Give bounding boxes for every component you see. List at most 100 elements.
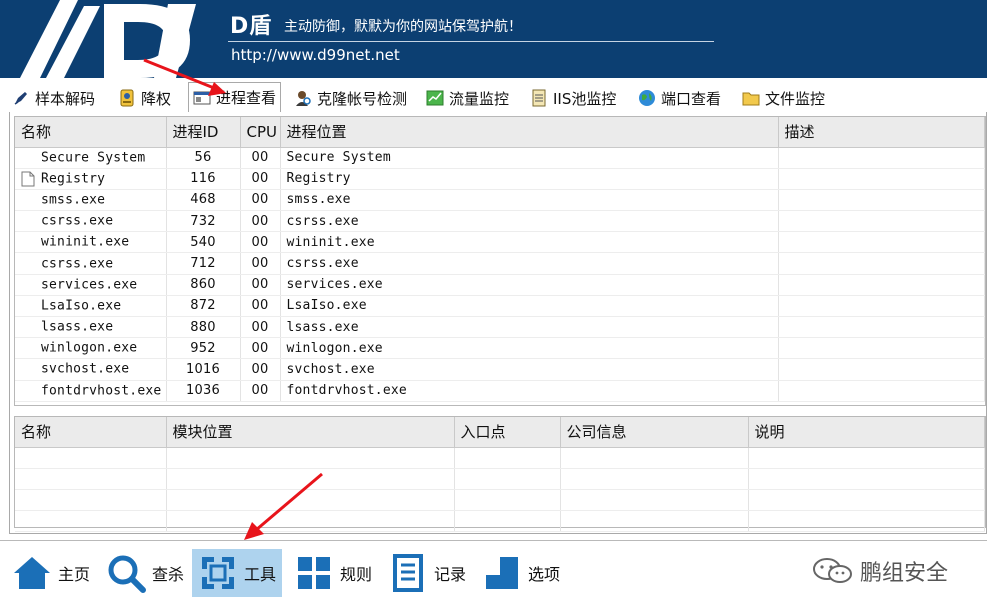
watermark-text: 鹏组安全 <box>860 561 949 586</box>
process-name-cell: Secure System <box>15 147 167 169</box>
table-row[interactable]: Registry 116 00 Registry <box>15 168 985 190</box>
nav-home-button[interactable]: 主页 <box>6 549 96 597</box>
column-header-company[interactable]: 公司信息 <box>560 417 749 448</box>
table-row[interactable] <box>15 489 985 511</box>
tab-deprivilege[interactable]: 降权 <box>118 84 171 112</box>
process-name-text: csrss.exe <box>41 213 114 229</box>
module-cell <box>15 468 167 490</box>
cpu-cell: 00 <box>240 252 281 275</box>
process-path-cell: csrss.exe <box>280 252 779 275</box>
tab-label: IIS池监控 <box>553 89 617 108</box>
table-row[interactable]: svchost.exe 1016 00 svchost.exe <box>15 358 985 381</box>
tab-file-monitor[interactable]: 文件监控 <box>742 84 825 112</box>
table-row[interactable]: csrss.exe 712 00 csrss.exe <box>15 252 985 275</box>
description-cell <box>778 231 985 254</box>
column-header-path[interactable]: 进程位置 <box>280 117 779 148</box>
column-header-module-name[interactable]: 名称 <box>15 417 167 448</box>
process-name-text: services.exe <box>41 277 138 293</box>
nav-label: 工具 <box>244 565 277 584</box>
pen-icon <box>14 92 27 105</box>
table-row[interactable]: winlogon.exe 952 00 winlogon.exe <box>15 337 985 360</box>
module-cell <box>560 510 749 532</box>
cpu-cell: 00 <box>240 147 281 169</box>
process-table: 名称 进程ID CPU 进程位置 描述 Secure System 56 00 Sec… <box>15 117 985 402</box>
nav-rules-button[interactable]: 规则 <box>288 549 378 597</box>
d-logo-icon <box>20 0 196 78</box>
tab-sample-decode[interactable]: 样本解码 <box>12 84 95 112</box>
process-path-cell: fontdrvhost.exe <box>280 380 779 402</box>
row-icon-spacer <box>21 234 35 250</box>
process-name-text: csrss.exe <box>41 256 114 272</box>
process-table-body: Secure System 56 00 Secure System Registry 11… <box>15 147 985 402</box>
cpu-cell: 00 <box>240 168 281 190</box>
table-row[interactable] <box>15 510 985 532</box>
row-icon-spacer <box>21 277 35 293</box>
table-row[interactable]: services.exe 860 00 services.exe <box>15 274 985 296</box>
table-row[interactable] <box>15 468 985 490</box>
table-row[interactable]: LsaIso.exe 872 00 LsaIso.exe <box>15 295 985 318</box>
column-header-pid[interactable]: 进程ID <box>166 117 241 148</box>
column-header-entry-point[interactable]: 入口点 <box>454 417 561 448</box>
process-path-cell: services.exe <box>280 274 779 296</box>
description-cell <box>778 380 985 402</box>
nav-label: 记录 <box>434 565 467 584</box>
process-id-cell: 1036 <box>166 380 241 402</box>
table-row[interactable]: wininit.exe 540 00 wininit.exe <box>15 231 985 254</box>
nav-log-button[interactable]: 记录 <box>382 549 472 597</box>
column-header-note[interactable]: 说明 <box>748 417 985 448</box>
process-id-cell: 712 <box>166 252 241 275</box>
process-name-text: smss.exe <box>41 192 106 208</box>
search-icon <box>108 555 146 593</box>
nav-scan-button[interactable]: 查杀 <box>100 549 190 597</box>
nav-tools-button[interactable]: 工具 <box>192 549 283 597</box>
process-path-cell: svchost.exe <box>280 358 779 381</box>
table-row[interactable] <box>15 447 985 469</box>
nav-options-button[interactable]: 选项 <box>476 549 566 597</box>
table-row[interactable]: lsass.exe 880 00 lsass.exe <box>15 316 985 339</box>
tool-tab-bar: 样本解码 降权 进程查看 克隆帐号检测 流量监控 IIS池监控 端口查看 文件监… <box>8 82 983 112</box>
website-url[interactable]: http://www.d99net.net <box>231 46 400 64</box>
tools-icon <box>202 557 234 589</box>
globe-icon <box>639 90 655 106</box>
tab-traffic-monitor[interactable]: 流量监控 <box>426 84 509 112</box>
process-name-text: Secure System <box>41 150 146 166</box>
cpu-cell: 00 <box>240 231 281 254</box>
process-id-cell: 732 <box>166 210 241 233</box>
process-id-cell: 468 <box>166 189 241 212</box>
row-icon-spacer <box>21 256 35 272</box>
module-table: 名称 模块位置 入口点 公司信息 说明 <box>15 417 985 532</box>
description-cell <box>778 210 985 233</box>
description-cell <box>778 168 985 190</box>
module-cell <box>454 510 561 532</box>
tab-process-view[interactable]: 进程查看 <box>188 82 282 112</box>
brand-name: D盾 <box>230 14 273 39</box>
description-cell <box>778 358 985 381</box>
process-id-cell: 860 <box>166 274 241 296</box>
nav-label: 规则 <box>340 565 373 584</box>
process-id-cell: 116 <box>166 168 241 190</box>
column-header-description[interactable]: 描述 <box>778 117 985 148</box>
module-table-header: 名称 模块位置 入口点 公司信息 说明 <box>15 417 985 448</box>
tab-port-view[interactable]: 端口查看 <box>638 84 721 112</box>
table-row[interactable]: csrss.exe 732 00 csrss.exe <box>15 210 985 233</box>
tab-clone-account-detect[interactable]: 克隆帐号检测 <box>294 84 407 112</box>
process-path-cell: Registry <box>280 168 779 190</box>
module-cell <box>15 489 167 511</box>
column-header-module-path[interactable]: 模块位置 <box>166 417 455 448</box>
table-row[interactable]: Secure System 56 00 Secure System <box>15 147 985 169</box>
module-table-body <box>15 447 985 532</box>
process-name-cell: LsaIso.exe <box>15 295 167 318</box>
column-header-cpu[interactable]: CPU <box>240 117 281 148</box>
process-window-icon <box>193 91 211 104</box>
tab-label: 降权 <box>141 89 172 108</box>
tab-label: 文件监控 <box>765 89 826 108</box>
table-row[interactable]: fontdrvhost.exe 1036 00 fontdrvhost.exe <box>15 380 985 402</box>
tab-iis-pool-monitor[interactable]: IIS池监控 <box>530 84 616 112</box>
tab-label: 样本解码 <box>35 89 96 108</box>
header-divider <box>228 41 714 42</box>
row-icon-spacer <box>21 319 35 335</box>
module-cell <box>748 510 985 532</box>
cpu-cell: 00 <box>240 189 281 212</box>
table-row[interactable]: smss.exe 468 00 smss.exe <box>15 189 985 212</box>
column-header-name[interactable]: 名称 <box>15 117 167 148</box>
